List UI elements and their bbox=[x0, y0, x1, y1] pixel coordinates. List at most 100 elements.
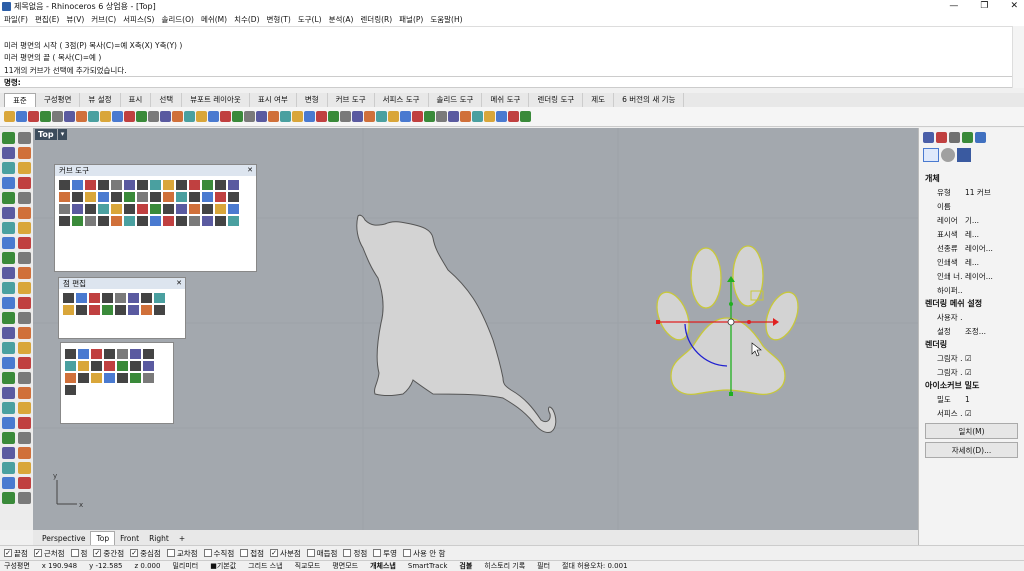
palette-tool-icon[interactable] bbox=[163, 192, 174, 202]
palette-tool-icon[interactable] bbox=[124, 204, 135, 214]
menu-edit[interactable]: 편집(E) bbox=[35, 14, 59, 25]
palette-tool-icon[interactable] bbox=[111, 216, 122, 226]
sidebar-tool-icon[interactable] bbox=[2, 492, 15, 504]
palette-tool-icon[interactable] bbox=[85, 204, 96, 214]
sidebar-tool-icon[interactable] bbox=[18, 162, 31, 174]
palette-tool-icon[interactable] bbox=[111, 180, 122, 190]
sidebar-tool-icon[interactable] bbox=[2, 252, 15, 264]
sidebar-tool-icon[interactable] bbox=[18, 267, 31, 279]
palette-tool-icon[interactable] bbox=[176, 180, 187, 190]
sidebar-tool-icon[interactable] bbox=[2, 462, 15, 474]
palette-tool-icon[interactable] bbox=[150, 216, 161, 226]
palette-tool-icon[interactable] bbox=[176, 216, 187, 226]
palette-tool-icon[interactable] bbox=[104, 349, 115, 359]
palette-tool-icon[interactable] bbox=[215, 180, 226, 190]
named-views-tab-icon[interactable] bbox=[975, 132, 986, 143]
toolbar-tool-icon[interactable] bbox=[52, 111, 63, 122]
menu-panels[interactable]: 패널(P) bbox=[399, 14, 423, 25]
status-filter[interactable]: 필터 bbox=[537, 561, 550, 571]
gumball-x-handle-dot[interactable] bbox=[747, 320, 751, 324]
sidebar-tool-icon[interactable] bbox=[2, 237, 15, 249]
palette-tool-icon[interactable] bbox=[78, 349, 89, 359]
palette-tool-icon[interactable] bbox=[228, 180, 239, 190]
palette-tool-icon[interactable] bbox=[143, 349, 154, 359]
close-button[interactable]: ✕ bbox=[1010, 0, 1018, 13]
close-icon[interactable]: ✕ bbox=[176, 278, 182, 289]
palette-tool-icon[interactable] bbox=[176, 204, 187, 214]
toolbar-tool-icon[interactable] bbox=[148, 111, 159, 122]
property-value[interactable]: ☑ bbox=[963, 409, 1024, 418]
toolbar-tool-icon[interactable] bbox=[448, 111, 459, 122]
layers-tab-icon[interactable] bbox=[936, 132, 947, 143]
menu-file[interactable]: 파일(F) bbox=[4, 14, 28, 25]
toolbar-tool-icon[interactable] bbox=[220, 111, 231, 122]
menu-render[interactable]: 렌더링(R) bbox=[360, 14, 392, 25]
maximize-button[interactable]: ❐ bbox=[980, 0, 988, 13]
palette-tool-icon[interactable] bbox=[72, 192, 83, 202]
sidebar-tool-icon[interactable] bbox=[18, 417, 31, 429]
toolbar-tool-icon[interactable] bbox=[280, 111, 291, 122]
menu-solid[interactable]: 솔리드(O) bbox=[161, 14, 193, 25]
property-row[interactable]: 인쇄색 레... bbox=[919, 255, 1024, 269]
property-row[interactable]: 이름 bbox=[919, 199, 1024, 213]
osnap-checkbox[interactable]: ✓ bbox=[130, 549, 139, 557]
osnap-option[interactable]: ✓ 중간점 bbox=[93, 548, 124, 559]
sidebar-tool-icon[interactable] bbox=[18, 342, 31, 354]
palette-tool-icon[interactable] bbox=[59, 180, 70, 190]
sidebar-tool-icon[interactable] bbox=[18, 447, 31, 459]
palette-tool-icon[interactable] bbox=[78, 373, 89, 383]
palette-tool-icon[interactable] bbox=[150, 180, 161, 190]
property-row[interactable]: 그림자 ...☑ bbox=[919, 365, 1024, 379]
toolbar-tool-icon[interactable] bbox=[352, 111, 363, 122]
palette-tool-icon[interactable] bbox=[65, 361, 76, 371]
property-row[interactable]: 선종류 레이어... bbox=[919, 241, 1024, 255]
paw-toe-outer-right[interactable] bbox=[760, 288, 805, 345]
palette-tool-icon[interactable] bbox=[150, 204, 161, 214]
palette-tool-icon[interactable] bbox=[59, 216, 70, 226]
palette-tool-icon[interactable] bbox=[104, 373, 115, 383]
tab-transform[interactable]: 변형 bbox=[297, 93, 328, 107]
status-cplane[interactable]: 구성평면 bbox=[4, 561, 30, 571]
osnap-option[interactable]: 사용 안 함 bbox=[403, 548, 445, 559]
material-icon[interactable] bbox=[941, 148, 955, 162]
status-gumball[interactable]: 검볼 bbox=[459, 561, 472, 571]
property-row[interactable]: 유형 11 커브 bbox=[919, 185, 1024, 199]
property-row[interactable]: 하이퍼... bbox=[919, 283, 1024, 297]
tab-viewport-layout[interactable]: 뷰포트 레이아웃 bbox=[182, 93, 250, 107]
properties-tab-icon[interactable] bbox=[923, 132, 934, 143]
osnap-option[interactable]: ✓ 중심점 bbox=[130, 548, 161, 559]
toolbar-tool-icon[interactable] bbox=[496, 111, 507, 122]
palette-tool-icon[interactable] bbox=[117, 361, 128, 371]
command-scrollbar[interactable] bbox=[1012, 26, 1024, 88]
palette-tool-icon[interactable] bbox=[189, 216, 200, 226]
toolbar-tool-icon[interactable] bbox=[64, 111, 75, 122]
sidebar-tool-icon[interactable] bbox=[18, 192, 31, 204]
palette-tool-icon[interactable] bbox=[128, 305, 139, 315]
tab-top[interactable]: Top bbox=[90, 531, 116, 545]
sidebar-tool-icon[interactable] bbox=[2, 207, 15, 219]
property-value[interactable]: 1 bbox=[963, 395, 1024, 404]
paw-print[interactable] bbox=[651, 245, 805, 396]
paw-toe-inner-left[interactable] bbox=[690, 247, 722, 309]
osnap-checkbox[interactable]: ✓ bbox=[93, 549, 102, 557]
sidebar-tool-icon[interactable] bbox=[18, 252, 31, 264]
property-value[interactable]: 11 커브 bbox=[963, 187, 1024, 198]
palette-tool-icon[interactable] bbox=[137, 216, 148, 226]
palette-tool-icon[interactable] bbox=[228, 216, 239, 226]
sidebar-tool-icon[interactable] bbox=[18, 207, 31, 219]
sidebar-tool-icon[interactable] bbox=[18, 402, 31, 414]
palette-tool-icon[interactable] bbox=[89, 293, 100, 303]
palette-tool-icon[interactable] bbox=[98, 204, 109, 214]
status-osnap[interactable]: 개체스냅 bbox=[370, 561, 396, 571]
sidebar-tool-icon[interactable] bbox=[18, 222, 31, 234]
toolbar-tool-icon[interactable] bbox=[196, 111, 207, 122]
help-tab-icon[interactable] bbox=[962, 132, 973, 143]
palette-tool-icon[interactable] bbox=[202, 204, 213, 214]
sidebar-tool-icon[interactable] bbox=[18, 147, 31, 159]
osnap-option[interactable]: ✓ 사분점 bbox=[270, 548, 301, 559]
toolbar-tool-icon[interactable] bbox=[160, 111, 171, 122]
cat-silhouette[interactable] bbox=[356, 214, 557, 433]
sidebar-tool-icon[interactable] bbox=[18, 387, 31, 399]
status-planar[interactable]: 평면모드 bbox=[332, 561, 358, 571]
toolbar-tool-icon[interactable] bbox=[244, 111, 255, 122]
